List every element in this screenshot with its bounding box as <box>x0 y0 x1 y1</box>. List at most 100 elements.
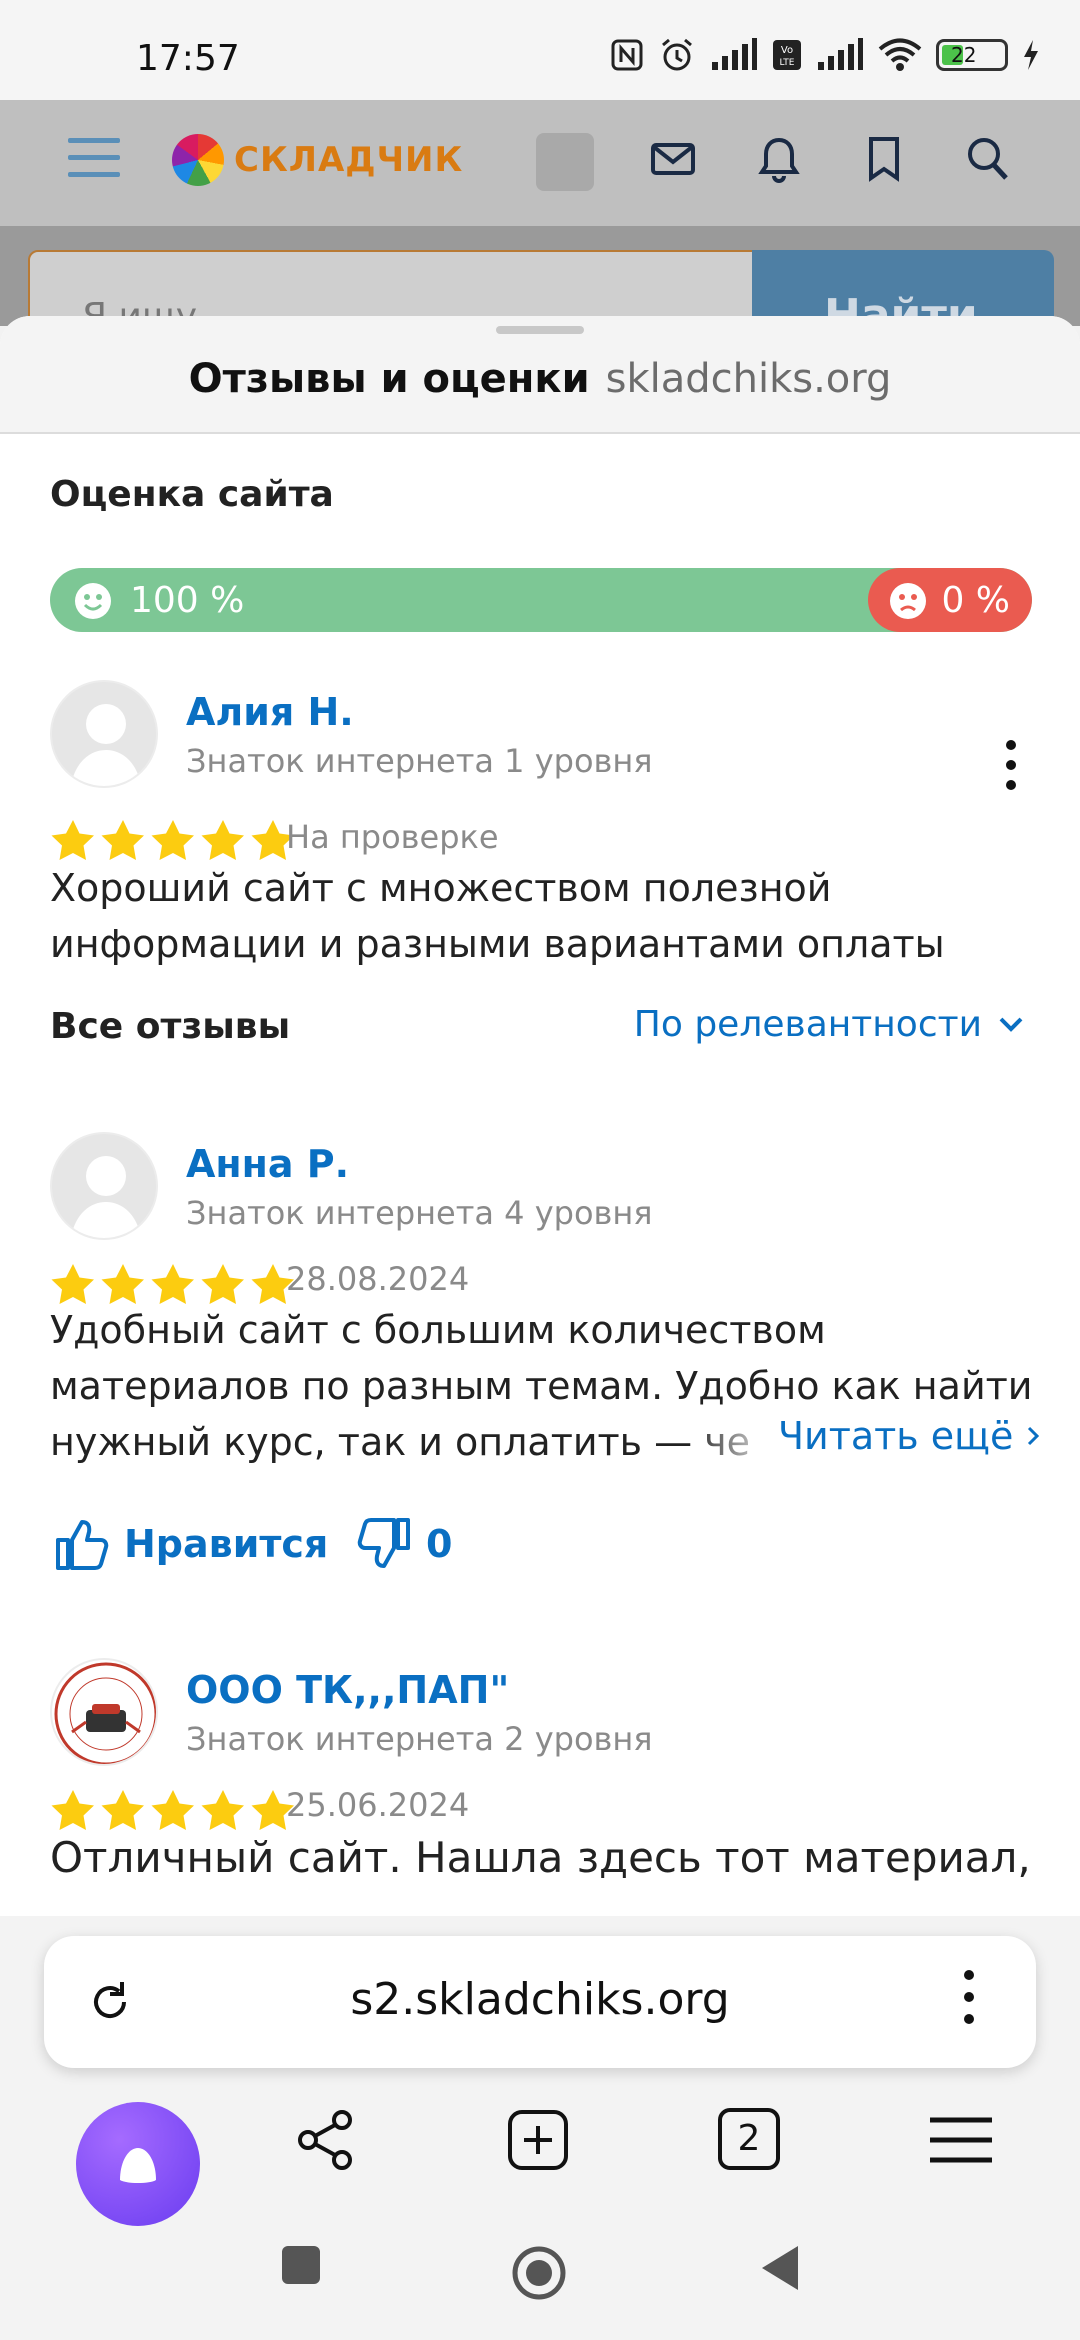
chevron-down-icon <box>999 1017 1023 1032</box>
star-icon <box>51 1790 94 1830</box>
recent-apps-icon[interactable] <box>280 2244 322 2286</box>
logo-text: СКЛАДЧИК <box>234 140 464 180</box>
thumbs-up-icon <box>56 1520 109 1570</box>
status-icons: Vo LTE 22 <box>610 36 1040 74</box>
review-date: 28.08.2024 <box>286 1260 470 1298</box>
status-bar: 17:57 Vo LTE 22 <box>0 0 1080 100</box>
review-text-line-1: Хороший сайт с множеством полезной <box>50 866 832 910</box>
new-tab-icon[interactable] <box>506 2108 570 2172</box>
alice-icon <box>120 2148 156 2183</box>
sheet-title-text: Отзывы и оценки <box>188 356 590 402</box>
volte-icon: Vo LTE <box>773 40 801 70</box>
wifi-icon <box>878 38 922 71</box>
read-more-label: Читать ещё <box>778 1414 1014 1458</box>
site-rating-heading: Оценка сайта <box>50 474 334 515</box>
sad-icon <box>890 582 927 619</box>
company-logo-avatar[interactable] <box>50 1658 158 1766</box>
rating-positive: 100 % <box>74 580 244 621</box>
site-user-avatar[interactable] <box>536 133 594 191</box>
thumbs-down-icon <box>357 1518 410 1568</box>
sheet-header: Отзывы и оценки skladchiks.org <box>0 316 1080 434</box>
back-icon[interactable] <box>758 2244 802 2292</box>
star-icon <box>151 820 194 860</box>
read-more-link[interactable]: Читать ещё <box>774 1414 1040 1458</box>
star-icon <box>101 1264 144 1304</box>
sheet-domain: skladchiks.org <box>605 356 892 402</box>
company-logo <box>54 1662 156 1764</box>
review-author[interactable]: ООО ТК,,,ПАП" <box>186 1668 509 1712</box>
dislike-count: 0 <box>426 1522 453 1566</box>
alice-assistant-button[interactable] <box>76 2102 200 2226</box>
charging-icon <box>1024 40 1038 70</box>
review-stars <box>50 818 296 862</box>
site-rating-bar: 100 % 0 % <box>50 568 1032 632</box>
rating-negative-value: 0 % <box>941 580 1010 621</box>
site-menu-icon[interactable] <box>68 138 120 189</box>
sheet-grab-handle[interactable] <box>496 326 584 334</box>
bell-icon[interactable] <box>758 136 800 184</box>
star-icon <box>201 820 244 860</box>
mail-icon[interactable] <box>650 136 696 182</box>
home-icon[interactable] <box>510 2244 568 2302</box>
signal2-icon <box>818 38 863 70</box>
star-icon <box>101 1790 144 1830</box>
review-author[interactable]: Алия Н. <box>186 690 354 734</box>
more-options-icon[interactable] <box>1006 740 1018 800</box>
review-stars <box>50 1262 296 1306</box>
dislike-button[interactable]: 0 <box>356 1516 452 1572</box>
review-stars <box>50 1788 296 1832</box>
svg-text:LTE: LTE <box>780 58 795 68</box>
avatar-placeholder-icon <box>70 704 142 786</box>
rating-negative-segment: 0 % <box>868 568 1032 632</box>
review-text-line-2: информации и разными вариантами оплаты <box>50 922 945 966</box>
bookmark-icon[interactable] <box>866 136 902 182</box>
rating-negative: 0 % <box>889 580 1010 621</box>
svg-text:Vo: Vo <box>781 45 793 56</box>
reviews-sheet: Отзывы и оценки skladchiks.org Оценка сай… <box>0 316 1080 1916</box>
battery-icon: 22 <box>936 39 1008 71</box>
address-bar[interactable]: s2.skladchiks.org <box>44 1936 1036 2068</box>
star-icon <box>201 1790 244 1830</box>
text-fade <box>690 1414 780 1470</box>
logo-wheel-icon <box>172 134 224 186</box>
address-url[interactable]: s2.skladchiks.org <box>44 1974 1036 2025</box>
alarm-icon <box>662 38 692 71</box>
like-label: Нравится <box>124 1522 329 1566</box>
review-text-line-2: материалов по разным темам. Удобно как н… <box>50 1364 1033 1408</box>
share-icon[interactable] <box>294 2108 358 2172</box>
signal-icon <box>712 38 757 70</box>
avatar-placeholder-icon <box>70 1156 142 1238</box>
star-icon <box>51 820 94 860</box>
star-icon <box>101 820 144 860</box>
avatar[interactable] <box>50 1132 158 1240</box>
review-text-line-3: нужный курс, так и оплатить — через <box>50 1420 750 1464</box>
review-status: На проверке <box>286 818 499 856</box>
like-button[interactable]: Нравится <box>54 1516 328 1572</box>
chevron-right-icon <box>1028 1426 1040 1446</box>
review-author-level: Знаток интернета 2 уровня <box>186 1720 653 1758</box>
star-icon <box>151 1790 194 1830</box>
tabs-count: 2 <box>737 2118 761 2159</box>
rating-positive-value: 100 % <box>130 580 245 621</box>
site-logo[interactable]: СКЛАДЧИК <box>172 134 463 186</box>
review-date: 25.06.2024 <box>286 1786 470 1824</box>
star-icon <box>51 1264 94 1304</box>
review-author[interactable]: Анна Р. <box>186 1142 349 1186</box>
address-menu-icon[interactable] <box>964 1970 974 2036</box>
sort-label: По релевантности <box>633 1004 982 1045</box>
review-text-line-1: Удобный сайт с большим количеством <box>50 1308 826 1352</box>
browser-menu-icon[interactable] <box>928 2108 994 2172</box>
review-author-level: Знаток интернета 4 уровня <box>186 1194 653 1232</box>
star-icon <box>151 1264 194 1304</box>
tabs-button[interactable]: 2 <box>718 2108 780 2170</box>
battery-level: 22 <box>951 43 977 67</box>
avatar[interactable] <box>50 680 158 788</box>
nfc-icon <box>611 39 643 71</box>
smile-icon <box>75 582 111 619</box>
sheet-title: Отзывы и оценки skladchiks.org <box>0 356 1080 402</box>
all-reviews-heading: Все отзывы <box>50 1006 291 1047</box>
sort-dropdown[interactable]: По релевантности <box>634 1004 1024 1045</box>
review-author-level: Знаток интернета 1 уровня <box>186 742 653 780</box>
search-icon[interactable] <box>966 136 1010 182</box>
star-icon <box>201 1264 244 1304</box>
